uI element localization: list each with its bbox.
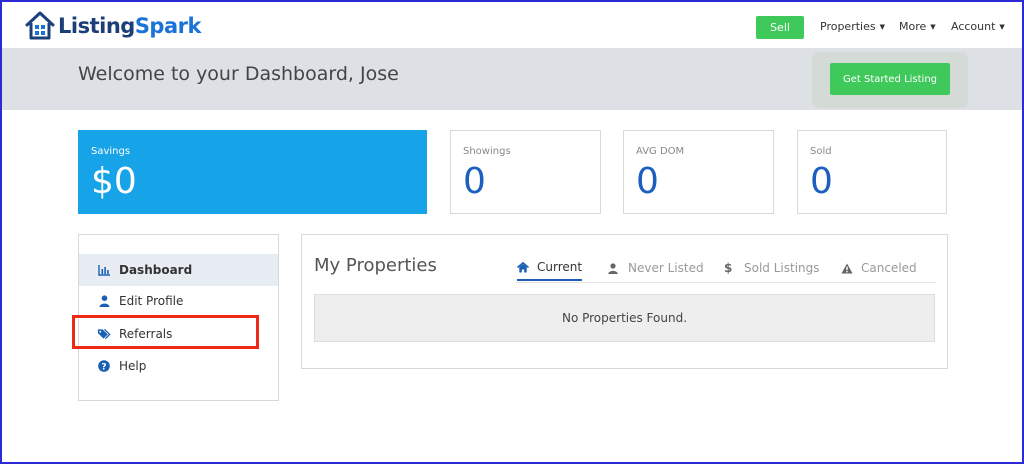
- page-title: Welcome to your Dashboard, Jose: [78, 63, 399, 85]
- tab-never-listed[interactable]: Never Listed: [608, 255, 704, 281]
- tab-sold-listings[interactable]: $ Sold Listings: [724, 255, 820, 281]
- caret-down-icon: ▼: [999, 22, 1005, 31]
- brand-name: ListingSpark: [58, 14, 201, 38]
- tab-label: Canceled: [861, 261, 917, 275]
- bar-chart-icon: [97, 263, 111, 277]
- question-circle-icon: ?: [97, 359, 111, 373]
- tab-label: Never Listed: [628, 261, 704, 275]
- svg-text:?: ?: [101, 362, 106, 372]
- tab-current[interactable]: Current: [517, 255, 583, 281]
- brand-name-part2: Spark: [134, 14, 202, 38]
- user-icon: [97, 294, 111, 308]
- house-logo-icon: [25, 11, 55, 40]
- stat-label: Savings: [91, 146, 131, 157]
- sidebar-item-dashboard[interactable]: Dashboard: [79, 254, 278, 286]
- tabs-divider: [516, 282, 936, 283]
- nav-more-dropdown[interactable]: More ▼: [899, 20, 936, 33]
- warning-icon: [841, 262, 853, 274]
- tab-canceled[interactable]: Canceled: [841, 255, 917, 281]
- brand-name-part1: Listing: [58, 14, 135, 38]
- nav-properties-label: Properties: [820, 20, 876, 33]
- get-started-listing-button[interactable]: Get Started Listing: [830, 63, 950, 95]
- sidebar-item-help[interactable]: ? Help: [79, 350, 278, 382]
- stat-card-savings: Savings $0: [78, 130, 427, 214]
- referrals-highlight-annotation: [72, 315, 259, 349]
- brand-logo[interactable]: ListingSpark: [24, 10, 201, 42]
- welcome-banner: Welcome to your Dashboard, Jose Get Star…: [2, 48, 1022, 110]
- stat-value: 0: [810, 161, 833, 202]
- stat-label: Showings: [463, 146, 511, 157]
- panel-title: My Properties: [314, 255, 437, 276]
- caret-down-icon: ▼: [930, 22, 936, 31]
- stat-value: $0: [91, 161, 137, 202]
- caret-down-icon: ▼: [879, 22, 885, 31]
- stat-value: 0: [463, 161, 486, 202]
- stat-value: 0: [636, 161, 659, 202]
- stat-label: AVG DOM: [636, 146, 685, 157]
- empty-state-message: No Properties Found.: [314, 294, 935, 342]
- home-icon: [517, 261, 529, 273]
- tab-label: Sold Listings: [744, 261, 820, 275]
- sidebar-item-label: Edit Profile: [119, 294, 184, 308]
- sidebar-item-edit-profile[interactable]: Edit Profile: [79, 285, 278, 317]
- stat-card-sold: Sold 0: [797, 130, 947, 214]
- stat-card-avg-dom: AVG DOM 0: [623, 130, 774, 214]
- stat-card-showings: Showings 0: [450, 130, 601, 214]
- dollar-icon: $: [724, 261, 733, 275]
- stat-label: Sold: [810, 146, 832, 157]
- top-navbar: ListingSpark Sell Properties ▼ More ▼ Ac…: [0, 0, 1024, 50]
- sidebar-item-label: Help: [119, 359, 147, 373]
- nav-account-dropdown[interactable]: Account ▼: [951, 20, 1005, 33]
- user-icon: [608, 262, 620, 274]
- sidebar-item-label: Dashboard: [119, 263, 193, 277]
- tab-label: Current: [537, 260, 583, 274]
- nav-properties-dropdown[interactable]: Properties ▼: [820, 20, 885, 33]
- nav-account-label: Account: [951, 20, 996, 33]
- sell-button[interactable]: Sell: [756, 16, 804, 39]
- nav-more-label: More: [899, 20, 927, 33]
- cta-container: Get Started Listing: [812, 52, 968, 108]
- my-properties-panel: My Properties Current Never Listed $ Sol…: [301, 234, 948, 369]
